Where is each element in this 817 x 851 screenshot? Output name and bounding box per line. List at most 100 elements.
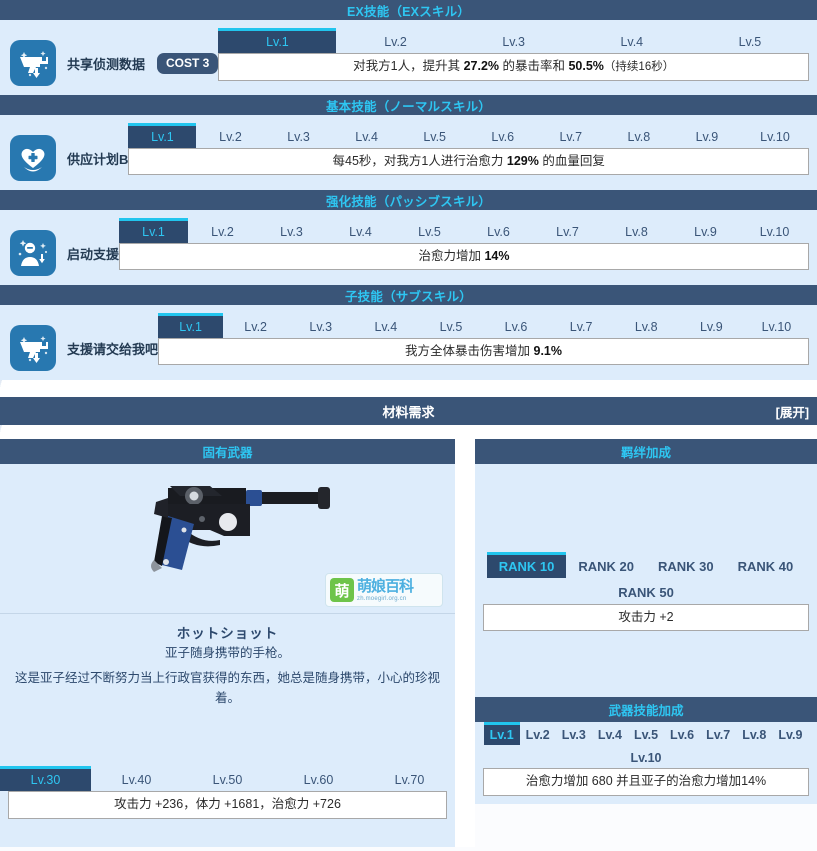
level-tab[interactable]: Lv.5 [691,28,809,53]
level-tab[interactable]: Lv.5 [401,123,469,148]
level-tab[interactable]: Lv.5 [418,313,483,338]
level-tab[interactable]: Lv.7 [700,722,736,745]
level-tab[interactable]: Lv.60 [273,766,364,791]
level-tab[interactable]: Lv.1 [128,123,197,148]
level-tab[interactable]: Lv.1 [483,722,520,746]
level-tab[interactable]: Lv.3 [288,313,353,338]
level-tab[interactable]: Lv.40 [91,766,182,791]
skill-identity: 启动支援 [10,218,119,276]
level-tab[interactable]: Lv.4 [333,123,401,148]
skill-cost-badge: COST 3 [157,52,219,74]
bond-top-spacer [475,464,817,552]
level-tab[interactable]: Lv.1 [218,28,337,53]
skill-description: 治愈力增加 14% [119,243,809,271]
level-tab[interactable]: Lv.5 [395,218,464,243]
level-tab[interactable]: Lv.9 [772,722,808,745]
material-requirements-bar[interactable]: 材料需求 [展开] [0,397,817,425]
level-tab[interactable]: RANK 10 [486,552,567,578]
skill-level-tabs[interactable]: Lv.1 Lv.2 Lv.3 Lv.4 Lv.5 Lv.6 Lv.7 Lv.8 Lv.9 Lv.1… [158,313,809,338]
skill-description: 对我方1人，提升其 27.2% 的暴击率和 50.5%（持续16秒） [218,53,809,82]
heart-plus-icon [21,148,45,172]
level-tab[interactable]: Lv.7 [537,123,605,148]
material-expand-toggle[interactable]: [展开] [776,402,809,421]
skill-icon [10,325,56,371]
level-tab[interactable]: Lv.3 [556,722,592,745]
level-tab[interactable]: Lv.10 [624,745,667,768]
weapon-level-tabs[interactable]: Lv.30 Lv.40 Lv.50 Lv.60 Lv.70 [0,766,455,792]
level-tab[interactable]: Lv.10 [744,313,809,338]
level-tab[interactable]: Lv.4 [353,313,418,338]
level-tab[interactable]: Lv.8 [602,218,671,243]
level-tab[interactable]: Lv.2 [336,28,454,53]
level-tab[interactable]: Lv.7 [549,313,614,338]
level-tab[interactable]: Lv.50 [182,766,273,791]
bottom-columns: 固有武器 萌 萌娘百科 zh.moegirl.org.cn ホットショット 亚子… [0,439,817,847]
bond-effect-box: 攻击力 +2 [483,604,809,632]
level-tab[interactable]: Lv.4 [592,722,628,745]
level-tab[interactable]: Lv.6 [483,313,548,338]
bond-body: RANK 10 RANK 20 RANK 30 RANK 40 RANK 50 攻击力 … [475,464,817,698]
level-tab[interactable]: Lv.6 [664,722,700,745]
skill-identity: 共享侦测数据 COST 3 [10,28,219,86]
level-tab[interactable]: Lv.8 [614,313,679,338]
level-tab[interactable]: Lv.2 [520,722,556,745]
skill-description: 每45秒，对我方1人进行治愈力 129% 的血量回复 [128,148,809,176]
bond-bottom-spacer [475,631,817,697]
level-tab[interactable]: Lv.1 [119,218,189,243]
weapon-spacer [0,714,455,767]
skill-level-tabs[interactable]: Lv.1 Lv.2 Lv.3 Lv.4 Lv.5 [218,28,809,53]
level-tab[interactable]: Lv.6 [469,123,537,148]
level-tab[interactable]: Lv.2 [223,313,288,338]
level-tab[interactable]: Lv.10 [741,123,809,148]
level-tab[interactable]: Lv.3 [455,28,573,53]
level-tab[interactable]: Lv.9 [673,123,741,148]
moegirl-watermark: 萌 萌娘百科 zh.moegirl.org.cn [325,573,443,607]
level-tab[interactable]: Lv.7 [533,218,602,243]
luger-pistol-image [151,486,330,572]
weapon-skill-body: Lv.1 Lv.2 Lv.3 Lv.4 Lv.5 Lv.6 Lv.7 Lv.8 Lv.9 Lv.1… [475,722,817,804]
weapon-header: 固有武器 [0,439,455,464]
weapon-stats-box: 攻击力 +236，体力 +1681，治愈力 +726 [8,791,447,819]
level-tab[interactable]: Lv.3 [257,218,326,243]
level-tab[interactable]: Lv.3 [265,123,333,148]
level-tab[interactable]: RANK 40 [726,552,806,578]
weapon-skill-level-tabs[interactable]: Lv.1 Lv.2 Lv.3 Lv.4 Lv.5 Lv.6 Lv.7 Lv.8 Lv.9 Lv.1… [475,722,817,768]
skill-section-header: 强化技能（パッシブスキル） [0,190,817,210]
weapon-skill-header: 武器技能加成 [475,697,817,723]
weapon-bottom-spacer [0,818,455,847]
level-tab[interactable]: Lv.6 [464,218,533,243]
level-tab[interactable]: Lv.2 [196,123,264,148]
level-tab[interactable]: Lv.30 [0,766,91,792]
skill-level-tabs[interactable]: Lv.1 Lv.2 Lv.3 Lv.4 Lv.5 Lv.6 Lv.7 Lv.8 Lv.9 Lv.1… [128,123,809,148]
bond-rank-tabs[interactable]: RANK 10 RANK 20 RANK 30 RANK 40 RANK 50 [475,552,817,604]
level-tab[interactable]: Lv.4 [573,28,691,53]
skill-description: 我方全体暴击伤害增加 9.1% [158,338,809,366]
level-tab[interactable]: Lv.2 [188,218,257,243]
level-tab[interactable]: Lv.4 [326,218,395,243]
skill-section-header: 子技能（サブスキル） [0,285,817,305]
level-tab[interactable]: Lv.9 [679,313,744,338]
skill-identity: 支援请交给我吧 [10,313,158,371]
level-tab[interactable]: RANK 50 [606,578,686,604]
weapon-desc-line2: 这是亚子经过不断努力当上行政官获得的东西，她总是随身携带，小心的珍视着。 [14,671,440,705]
level-tab[interactable]: Lv.8 [605,123,673,148]
pistol-up-icon [20,51,48,78]
skill-name: 启动支援 [67,246,120,262]
weapon-skill-bottom-spacer [475,796,817,804]
level-tab[interactable]: Lv.1 [158,313,224,338]
level-tab[interactable]: Lv.70 [364,766,455,791]
watermark-badge: 萌 [330,578,354,602]
weapon-image-area: 萌 萌娘百科 zh.moegirl.org.cn [0,464,455,614]
skill-icon [10,135,56,181]
skill-section-header: EX技能（EXスキル） [0,0,817,20]
weapon-desc-line1: 亚子随身携带的手枪。 [164,646,290,660]
level-tab[interactable]: Lv.5 [628,722,664,745]
skill-level-tabs[interactable]: Lv.1 Lv.2 Lv.3 Lv.4 Lv.5 Lv.6 Lv.7 Lv.8 Lv.9 Lv.1… [119,218,809,243]
skill-identity: 供应计划B [10,123,128,181]
weapon-column: 固有武器 萌 萌娘百科 zh.moegirl.org.cn ホットショット 亚子… [0,439,455,847]
level-tab[interactable]: Lv.9 [671,218,740,243]
level-tab[interactable]: RANK 30 [646,552,726,578]
level-tab[interactable]: RANK 20 [566,552,646,578]
level-tab[interactable]: Lv.8 [736,722,772,745]
level-tab[interactable]: Lv.10 [740,218,809,243]
